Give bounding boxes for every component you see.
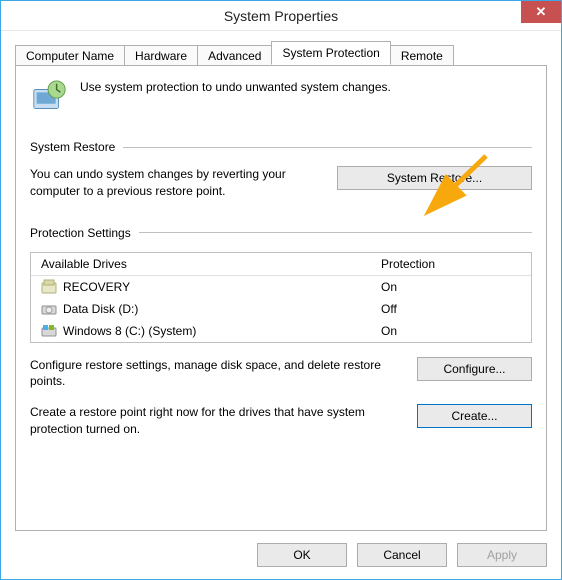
drive-row[interactable]: Windows 8 (C:) (System) On (31, 320, 531, 342)
drive-row[interactable]: RECOVERY On (31, 276, 531, 298)
apply-button[interactable]: Apply (457, 543, 547, 567)
create-button[interactable]: Create... (417, 404, 532, 428)
drive-icon (41, 279, 57, 295)
system-properties-window: System Properties ✕ Computer Name Hardwa… (0, 0, 562, 580)
configure-row: Configure restore settings, manage disk … (30, 357, 532, 391)
drive-status: On (381, 280, 521, 294)
drive-status: Off (381, 302, 521, 316)
tab-content: Use system protection to undo unwanted s… (15, 65, 547, 531)
ok-button[interactable]: OK (257, 543, 347, 567)
create-row: Create a restore point right now for the… (30, 404, 532, 438)
tab-system-protection[interactable]: System Protection (271, 41, 390, 65)
tab-computer-name[interactable]: Computer Name (15, 45, 125, 66)
col-header-drives: Available Drives (41, 257, 381, 271)
protection-settings-label: Protection Settings (30, 226, 131, 240)
system-restore-desc: You can undo system changes by reverting… (30, 166, 317, 200)
drive-name: Data Disk (D:) (63, 302, 381, 316)
configure-button[interactable]: Configure... (417, 357, 532, 381)
intro-section: Use system protection to undo unwanted s… (30, 80, 532, 118)
configure-desc: Configure restore settings, manage disk … (30, 357, 401, 391)
drive-row[interactable]: Data Disk (D:) Off (31, 298, 531, 320)
drive-name: RECOVERY (63, 280, 381, 294)
close-button[interactable]: ✕ (521, 1, 561, 23)
system-restore-row: You can undo system changes by reverting… (30, 166, 532, 200)
col-header-protection: Protection (381, 257, 521, 271)
tab-hardware[interactable]: Hardware (124, 45, 198, 66)
system-restore-icon (30, 80, 68, 118)
tab-remote[interactable]: Remote (390, 45, 454, 66)
window-body: Computer Name Hardware Advanced System P… (1, 31, 561, 579)
system-restore-header: System Restore (30, 140, 532, 154)
drives-header-row: Available Drives Protection (31, 253, 531, 276)
divider (123, 147, 532, 148)
drive-status: On (381, 324, 521, 338)
titlebar: System Properties ✕ (1, 1, 561, 31)
windows-drive-icon (41, 323, 57, 339)
tab-row: Computer Name Hardware Advanced System P… (15, 41, 547, 65)
divider (139, 232, 532, 233)
close-icon: ✕ (536, 4, 547, 20)
system-restore-button[interactable]: System Restore... (337, 166, 532, 190)
cancel-button[interactable]: Cancel (357, 543, 447, 567)
drives-list: Available Drives Protection RECOVERY On (30, 252, 532, 343)
create-desc: Create a restore point right now for the… (30, 404, 401, 438)
window-title: System Properties (224, 8, 338, 24)
drive-name: Windows 8 (C:) (System) (63, 324, 381, 338)
protection-settings-header: Protection Settings (30, 226, 532, 240)
disk-icon (41, 301, 57, 317)
system-restore-label: System Restore (30, 140, 115, 154)
intro-text: Use system protection to undo unwanted s… (80, 80, 391, 94)
dialog-footer: OK Cancel Apply (15, 531, 547, 567)
tab-advanced[interactable]: Advanced (197, 45, 272, 66)
